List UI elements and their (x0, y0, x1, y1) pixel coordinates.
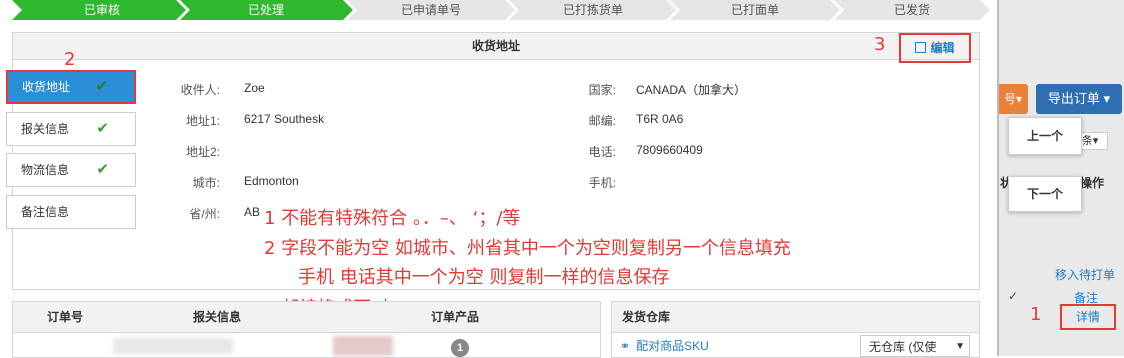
warehouse-panel: 发货仓库 ⚭ 配对商品SKU 无仓库 (仅使 ▼ (611, 301, 980, 358)
city-value: Edmonton (244, 174, 299, 188)
warehouse-select-value: 无仓库 (仅使 (869, 340, 937, 354)
nav-label: 收货地址 (22, 80, 71, 94)
state-value: AB (244, 205, 261, 219)
prev-button[interactable]: 上一个 (1008, 117, 1082, 155)
check-icon: ✔ (96, 120, 109, 137)
modal-edge (997, 0, 999, 356)
pair-sku-link[interactable]: ⚭ 配对商品SKU (620, 337, 709, 354)
annotation-note-2: 2 字段不能为空 如城市、州省其中一个为空则复制另一个信息填充 (264, 238, 791, 259)
annotation-mark-3: 3 (874, 34, 886, 55)
column-customs-info: 报关信息 (193, 310, 242, 324)
link-icon: ⚭ (620, 339, 631, 353)
step-picklist-printed: 已打拣货单 (562, 3, 623, 17)
warehouse-title: 发货仓库 (622, 310, 671, 324)
edit-icon (915, 42, 927, 53)
chevron-down-icon: ▼ (955, 341, 965, 352)
orders-table-header (13, 302, 600, 333)
phone-value: 7809660409 (636, 143, 703, 157)
address1-label: 地址1: (185, 114, 220, 128)
step-processed: 已处理 (247, 3, 284, 17)
city-label: 城市: (192, 176, 220, 190)
orders-table: 订单号 报关信息 订单产品 1 (12, 301, 601, 358)
nav-label: 报关信息 (21, 122, 70, 136)
step-reviewed: 已审核 (83, 3, 120, 17)
edit-button[interactable]: 编辑 (899, 33, 971, 63)
address2-label: 地址2: (185, 145, 220, 159)
column-order-number: 订单号 (47, 310, 84, 324)
nav-remark-info[interactable]: 备注信息 (6, 195, 136, 229)
annotation-mark-1: 1 (1030, 304, 1042, 325)
column-operation: 操作 (1080, 176, 1105, 190)
step-tracking-applied: 已申请单号 (400, 3, 461, 17)
column-order-products: 订单产品 (431, 310, 480, 324)
state-label: 省/州: (189, 207, 220, 221)
zip-label: 邮编: (588, 114, 616, 128)
country-label: 国家: (588, 83, 616, 97)
phone-label: 电话: (588, 145, 616, 159)
zip-value: T6R 0A6 (636, 112, 684, 126)
edit-label: 编辑 (930, 41, 955, 55)
step-shipped: 已发货 (893, 3, 930, 17)
country-value: CANADA（加拿大） (636, 83, 747, 97)
mobile-label: 手机: (588, 176, 616, 190)
pair-sku-label: 配对商品SKU (636, 339, 709, 353)
annotation-mark-2: 2 (64, 49, 76, 70)
recipient-value: Zoe (244, 81, 265, 95)
annotation-note-2b: 手机 电话其中一个为空 则复制一样的信息保存 (298, 267, 670, 288)
nav-logistics-info[interactable]: 物流信息 ✔ (6, 153, 136, 187)
check-icon: ✔ (96, 161, 109, 178)
blurred-content (113, 338, 233, 354)
detail-button[interactable]: 详情 (1060, 304, 1116, 330)
nav-shipping-address[interactable]: 收货地址 ✔ (6, 70, 136, 104)
move-to-pending-link[interactable]: 移入待打单 (1055, 266, 1115, 283)
product-count-badge: 1 (451, 339, 469, 357)
nav-customs-info[interactable]: 报关信息 ✔ (6, 112, 136, 146)
nav-label: 备注信息 (21, 205, 70, 219)
export-orders-button[interactable]: 导出订单 ▾ (1036, 84, 1122, 114)
address1-value: 6217 Southesk (244, 112, 325, 126)
blurred-product-image (333, 336, 393, 356)
step-label-printed: 已打面单 (730, 3, 779, 17)
check-icon: ✔ (95, 78, 108, 95)
next-button[interactable]: 下一个 (1008, 176, 1082, 212)
panel-title: 收货地址 (471, 39, 520, 53)
recipient-label: 收件人: (180, 83, 220, 97)
annotation-note-1: 1 不能有特殊符合 。．–、 ‘；/等 (264, 208, 521, 229)
warehouse-select[interactable]: 无仓库 (仅使 ▼ (860, 335, 970, 357)
nav-label: 物流信息 (21, 163, 70, 177)
row-check-mark: ✓ (1008, 289, 1019, 303)
